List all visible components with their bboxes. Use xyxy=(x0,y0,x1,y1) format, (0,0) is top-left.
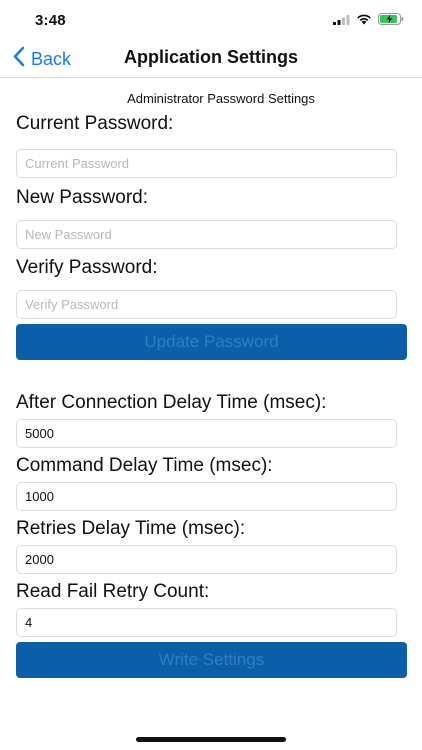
wifi-icon xyxy=(356,12,372,30)
password-section-header: Administrator Password Settings xyxy=(127,91,315,106)
status-bar: 3:48 xyxy=(0,0,422,40)
write-settings-button[interactable]: Write Settings xyxy=(16,642,407,678)
command-delay-input[interactable] xyxy=(16,482,397,511)
current-password-label: Current Password: xyxy=(16,113,174,134)
home-indicator xyxy=(136,737,286,742)
retries-delay-label: Retries Delay Time (msec): xyxy=(16,518,246,539)
verify-password-input[interactable] xyxy=(16,290,397,319)
current-password-input[interactable] xyxy=(16,149,397,178)
retry-count-label: Read Fail Retry Count: xyxy=(16,581,210,602)
navigation-bar: Back Application Settings xyxy=(0,40,422,78)
new-password-label: New Password: xyxy=(16,187,148,208)
connection-delay-input[interactable] xyxy=(16,419,397,448)
verify-password-label: Verify Password: xyxy=(16,257,158,278)
page-title: Application Settings xyxy=(123,47,298,67)
retry-count-input[interactable] xyxy=(16,608,397,637)
battery-charging-icon xyxy=(378,12,404,30)
new-password-input[interactable] xyxy=(16,220,397,249)
connection-delay-label: After Connection Delay Time (msec): xyxy=(16,392,327,413)
status-icons xyxy=(333,12,404,30)
retries-delay-input[interactable] xyxy=(16,545,397,574)
settings-form: Administrator Password Settings Current … xyxy=(16,78,407,678)
command-delay-label: Command Delay Time (msec): xyxy=(16,455,273,476)
signal-icon xyxy=(333,12,350,30)
update-password-button[interactable]: Update Password xyxy=(16,324,407,360)
status-time: 3:48 xyxy=(35,12,66,29)
